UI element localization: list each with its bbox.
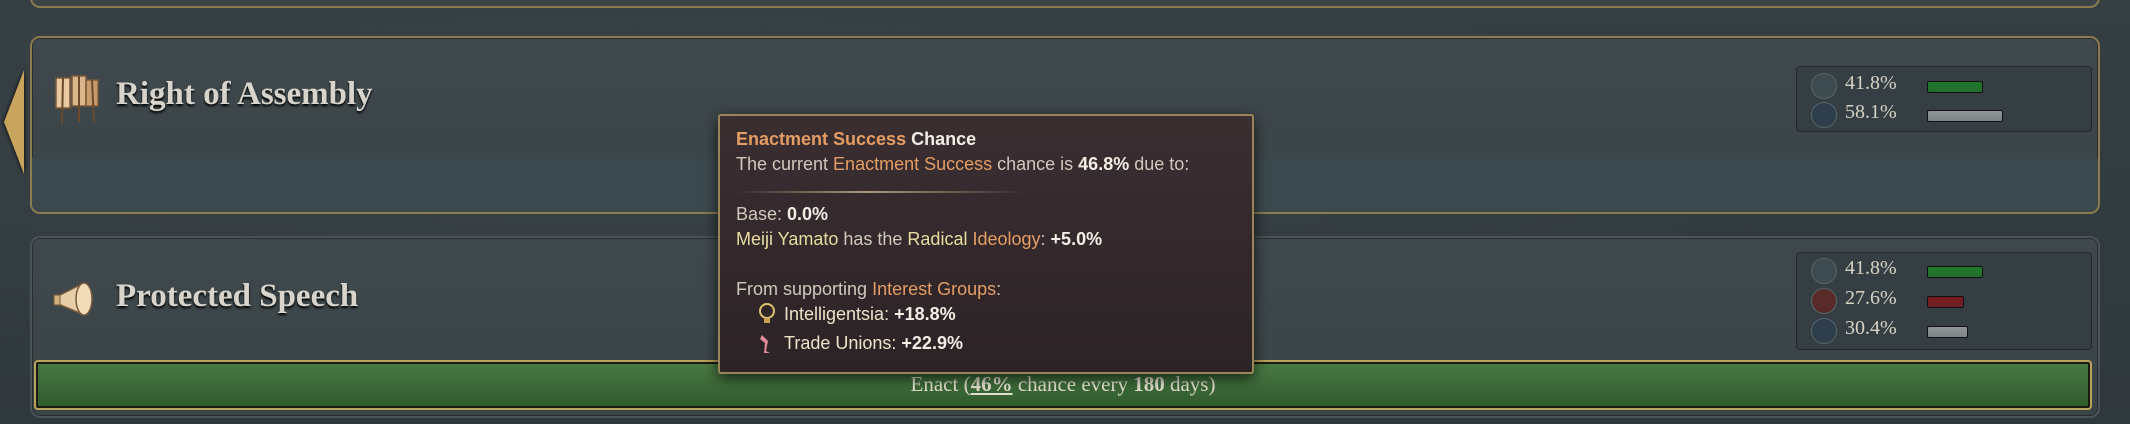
tooltip-group-intelligentsia: Intelligentsia: +18.8% (784, 304, 956, 324)
thumbs-up-icon (1811, 258, 1837, 284)
tooltip-summary: The current Enactment Success chance is … (736, 154, 1190, 174)
banner-icon (55, 75, 99, 125)
support-percent: 30.4% (1845, 317, 1897, 339)
enact-days: 180 (1133, 372, 1165, 396)
support-percent: 41.8% (1845, 72, 1897, 94)
enact-chance: 46% (970, 372, 1013, 396)
support-percent: 27.6% (1845, 287, 1897, 309)
support-bar (1927, 326, 1968, 338)
tooltip-title: Enactment Success Chance (736, 129, 977, 149)
enact-label: Enact (46% chance every 180 days) (910, 372, 1216, 396)
support-bar (1927, 266, 1983, 278)
law-title: Right of Assembly (116, 76, 373, 112)
support-row-approve: 41.8% (1811, 257, 2081, 284)
thumbs-down-icon (1811, 288, 1837, 314)
support-row-oppose: 27.6% (1811, 287, 2081, 314)
tooltip-separator (736, 191, 1026, 193)
enactment-chance-tooltip: Enactment Success Chance The current Ena… (718, 114, 1254, 374)
law-support-panel: 41.8% 27.6% 30.4% (1796, 252, 2092, 350)
support-row-neutral: 58.1% (1811, 101, 2081, 128)
support-row-neutral: 30.4% (1811, 317, 2081, 344)
tooltip-groups-header: From supporting Interest Groups: (736, 279, 1002, 299)
neutral-icon (1811, 318, 1837, 344)
support-bar (1927, 81, 1983, 93)
tooltip-ideology: Meiji Yamato has the Radical Ideology: +… (736, 229, 1103, 249)
lightbulb-icon (759, 303, 775, 323)
thumbs-up-icon (1811, 73, 1837, 99)
support-percent: 41.8% (1845, 257, 1897, 279)
support-row-approve: 41.8% (1811, 72, 2081, 99)
law-support-panel: 41.8% 58.1% (1796, 66, 2092, 132)
support-bar (1927, 296, 1964, 308)
law-title: Protected Speech (116, 278, 359, 314)
tooltip-group-trade-unions: Trade Unions: +22.9% (784, 333, 963, 353)
support-percent: 58.1% (1845, 101, 1897, 123)
worker-icon (760, 335, 770, 353)
megaphone-icon (53, 282, 93, 316)
previous-law-card-edge (30, 0, 2100, 8)
support-bar (1927, 110, 2003, 122)
selected-indicator-arrow-icon (4, 70, 24, 174)
tooltip-base: Base: 0.0% (736, 204, 829, 224)
neutral-icon (1811, 102, 1837, 128)
